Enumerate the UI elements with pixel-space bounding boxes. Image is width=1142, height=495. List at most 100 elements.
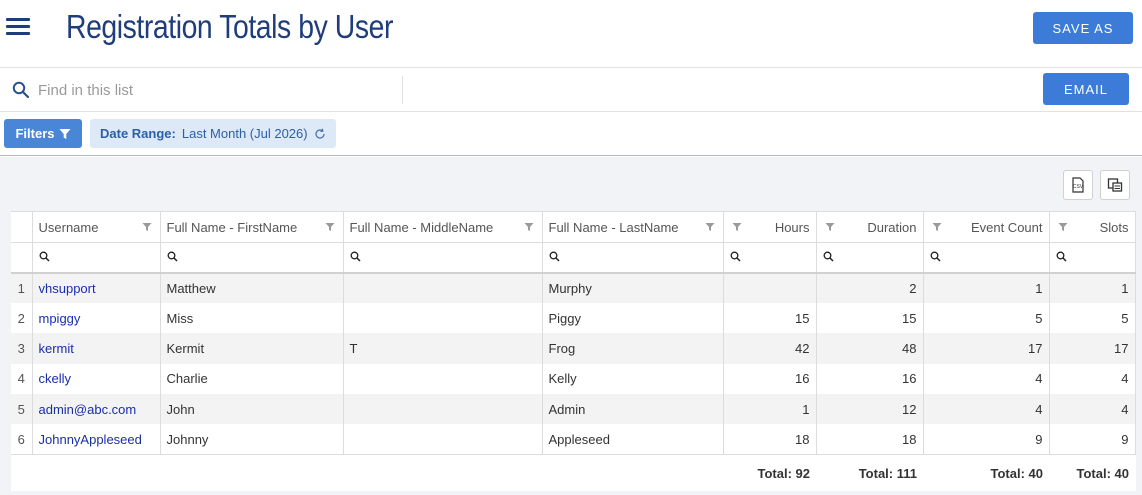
slots-cell: 4 bbox=[1049, 394, 1136, 425]
row-number: 3 bbox=[11, 333, 33, 364]
middle-name-cell: T bbox=[343, 333, 543, 364]
search-input[interactable] bbox=[38, 78, 398, 102]
search-icon bbox=[350, 251, 361, 262]
column-filter-icon[interactable] bbox=[142, 222, 152, 232]
search-icon bbox=[823, 251, 834, 262]
grid-area: CSV Username Full Name - FirstName Full … bbox=[0, 157, 1142, 495]
totals-spacer bbox=[11, 454, 32, 491]
table-row[interactable]: 6 JohnnyAppleseed Johnny Appleseed 18 18 9 9 bbox=[11, 424, 1136, 455]
totals-spacer bbox=[542, 454, 723, 491]
column-filter-icon[interactable] bbox=[932, 222, 942, 232]
email-button[interactable]: EMAIL bbox=[1043, 73, 1129, 105]
column-search-cell[interactable] bbox=[160, 242, 344, 274]
username-link[interactable]: vhsupport bbox=[32, 272, 161, 303]
first-name-cell: Kermit bbox=[160, 333, 344, 364]
table-row[interactable]: 4 ckelly Charlie Kelly 16 16 4 4 bbox=[11, 363, 1136, 395]
column-search-cell[interactable] bbox=[723, 242, 817, 274]
column-search-cell[interactable] bbox=[1049, 242, 1136, 274]
column-filter-icon[interactable] bbox=[825, 222, 835, 232]
first-name-cell: John bbox=[160, 394, 344, 425]
column-search-cell[interactable] bbox=[343, 242, 543, 274]
page-header: Registration Totals by User SAVE AS bbox=[0, 0, 1142, 68]
filter-cell-empty bbox=[11, 242, 33, 274]
slots-cell: 9 bbox=[1049, 424, 1136, 455]
event-count-cell: 4 bbox=[923, 394, 1050, 425]
column-label: Full Name - MiddleName bbox=[349, 219, 494, 235]
column-label: Hours bbox=[774, 219, 810, 235]
search-bar: EMAIL bbox=[0, 68, 1142, 112]
total-hours: Total: 92 bbox=[723, 454, 816, 491]
column-search-cell[interactable] bbox=[542, 242, 724, 274]
date-range-chip[interactable]: Date Range: Last Month (Jul 2026) bbox=[90, 119, 336, 148]
column-label: Full Name - FirstName bbox=[166, 219, 298, 235]
column-chooser-button[interactable] bbox=[1100, 170, 1130, 200]
table-row[interactable]: 1 vhsupport Matthew Murphy 2 1 1 bbox=[11, 272, 1136, 303]
filters-button[interactable]: Filters bbox=[4, 119, 82, 148]
column-header-firstname[interactable]: Full Name - FirstName bbox=[160, 211, 344, 243]
username-link[interactable]: mpiggy bbox=[32, 302, 161, 334]
filter-bar: Filters Date Range: Last Month (Jul 2026… bbox=[0, 112, 1142, 156]
save-as-button[interactable]: SAVE AS bbox=[1033, 12, 1133, 44]
duration-cell: 15 bbox=[816, 302, 924, 334]
column-label: Duration bbox=[867, 219, 917, 235]
reset-icon[interactable] bbox=[314, 128, 326, 140]
first-name-cell: Charlie bbox=[160, 363, 344, 395]
filters-button-label: Filters bbox=[15, 126, 55, 141]
column-filter-icon[interactable] bbox=[325, 222, 335, 232]
first-name-cell: Miss bbox=[160, 302, 344, 334]
column-filter-icon[interactable] bbox=[1058, 222, 1068, 232]
row-number: 4 bbox=[11, 363, 33, 395]
table-row[interactable]: 3 kermit Kermit T Frog 42 48 17 17 bbox=[11, 333, 1136, 364]
column-search-cell[interactable] bbox=[923, 242, 1050, 274]
export-csv-button[interactable]: CSV bbox=[1063, 170, 1093, 200]
username-link[interactable]: admin@abc.com bbox=[32, 394, 161, 425]
column-search-cell[interactable] bbox=[816, 242, 924, 274]
column-header-slots[interactable]: Slots bbox=[1049, 211, 1136, 243]
hours-cell: 1 bbox=[723, 394, 817, 425]
column-header-username[interactable]: Username bbox=[32, 211, 161, 243]
search-icon bbox=[12, 81, 30, 99]
chip-value: Last Month (Jul 2026) bbox=[181, 126, 308, 141]
table-row[interactable]: 2 mpiggy Miss Piggy 15 15 5 5 bbox=[11, 302, 1136, 334]
column-header-event-count[interactable]: Event Count bbox=[923, 211, 1050, 243]
last-name-cell: Frog bbox=[542, 333, 724, 364]
username-link[interactable]: ckelly bbox=[32, 363, 161, 395]
column-header-middlename[interactable]: Full Name - MiddleName bbox=[343, 211, 543, 243]
column-header-lastname[interactable]: Full Name - LastName bbox=[542, 211, 724, 243]
slots-cell: 17 bbox=[1049, 333, 1136, 364]
username-link[interactable]: kermit bbox=[32, 333, 161, 364]
event-count-cell: 5 bbox=[923, 302, 1050, 334]
csv-file-icon: CSV bbox=[1072, 177, 1084, 193]
menu-icon[interactable] bbox=[6, 18, 30, 38]
last-name-cell: Kelly bbox=[542, 363, 724, 395]
last-name-cell: Admin bbox=[542, 394, 724, 425]
username-link[interactable]: JohnnyAppleseed bbox=[32, 424, 161, 455]
column-header-duration[interactable]: Duration bbox=[816, 211, 924, 243]
data-grid: Username Full Name - FirstName Full Name… bbox=[11, 211, 1136, 491]
totals-row: Total: 92 Total: 111 Total: 40 Total: 40 bbox=[11, 454, 1135, 491]
page-title: Registration Totals by User bbox=[66, 8, 394, 45]
column-filter-icon[interactable] bbox=[524, 222, 534, 232]
column-search-cell[interactable] bbox=[32, 242, 161, 274]
column-label: Slots bbox=[1099, 219, 1129, 235]
slots-cell: 1 bbox=[1049, 272, 1136, 303]
total-event-count: Total: 40 bbox=[923, 454, 1049, 491]
column-label: Full Name - LastName bbox=[548, 219, 679, 235]
last-name-cell: Appleseed bbox=[542, 424, 724, 455]
search-icon bbox=[39, 251, 50, 262]
hours-cell: 18 bbox=[723, 424, 817, 455]
slots-cell: 4 bbox=[1049, 363, 1136, 395]
middle-name-cell bbox=[343, 363, 543, 395]
column-filter-icon[interactable] bbox=[732, 222, 742, 232]
search-icon bbox=[549, 251, 560, 262]
column-label: Username bbox=[38, 219, 99, 235]
middle-name-cell bbox=[343, 272, 543, 303]
duration-cell: 16 bbox=[816, 363, 924, 395]
search-icon bbox=[167, 251, 178, 262]
table-row[interactable]: 5 admin@abc.com John Admin 1 12 4 4 bbox=[11, 394, 1136, 425]
column-filter-icon[interactable] bbox=[705, 222, 715, 232]
row-number: 2 bbox=[11, 302, 33, 334]
header-row: Username Full Name - FirstName Full Name… bbox=[11, 211, 1136, 243]
column-header-hours[interactable]: Hours bbox=[723, 211, 817, 243]
search-icon bbox=[930, 251, 941, 262]
